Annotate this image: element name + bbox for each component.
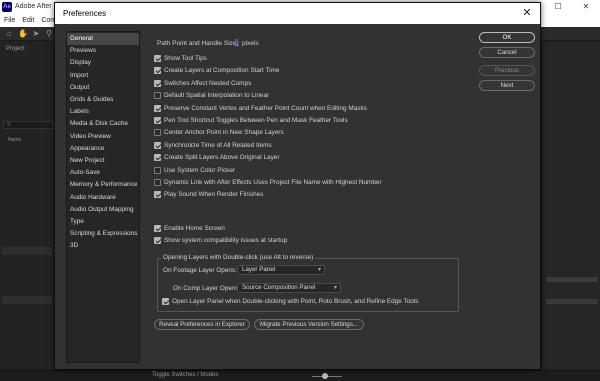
footage-layer-select[interactable]: Layer Panel ▾ xyxy=(237,265,325,275)
close-icon[interactable]: ✕ xyxy=(514,3,540,24)
dialog-titlebar: Preferences ✕ xyxy=(55,3,540,24)
sidebar-item-memory-performance[interactable]: Memory & Performance xyxy=(67,179,139,191)
sidebar-item-display[interactable]: Display xyxy=(67,57,139,69)
sidebar-item-type[interactable]: Type xyxy=(67,216,139,228)
panel-strip xyxy=(546,277,598,282)
sidebar-item-previews[interactable]: Previews xyxy=(67,45,139,57)
sidebar-item-audio-output-mapping[interactable]: Audio Output Mapping xyxy=(67,204,139,216)
maximize-icon[interactable]: ☐ xyxy=(544,0,572,14)
checkbox-label: Default Spatial Interpolation to Linear xyxy=(164,92,270,100)
sidebar-item-media-disk-cache[interactable]: Media & Disk Cache xyxy=(67,118,139,130)
comp-layer-select[interactable]: Source Composition Panel ▾ xyxy=(237,283,341,293)
sidebar-item-appearance[interactable]: Appearance xyxy=(67,143,139,155)
previous-button[interactable]: Previous xyxy=(479,65,535,76)
checkbox[interactable] xyxy=(154,154,161,162)
panel-strip xyxy=(2,247,52,255)
menu-edit[interactable]: Edit xyxy=(22,14,34,27)
checkbox-label: Dynamic Link with After Effects Uses Pro… xyxy=(164,179,382,186)
sidebar-item-scripting-expressions[interactable]: Scripting & Expressions xyxy=(67,228,139,240)
checkbox-label: Show Tool Tips xyxy=(164,55,207,62)
sidebar-item-grids-guides[interactable]: Grids & Guides xyxy=(67,94,139,106)
app-title: Adobe After E xyxy=(15,3,59,10)
reveal-preferences-button[interactable]: Reveal Preferences in Explorer xyxy=(154,319,250,330)
panel-strip xyxy=(2,296,52,304)
group-title: Opening Layers with Double-click (use Al… xyxy=(161,254,316,261)
comp-layer-label: On Comp Layer Opens: xyxy=(173,285,241,292)
next-button[interactable]: Next xyxy=(479,80,535,91)
checkbox[interactable] xyxy=(154,67,161,75)
ok-button[interactable]: OK xyxy=(479,32,535,43)
chevron-down-icon: ▾ xyxy=(333,285,337,291)
checkbox-label: Preserve Constant Vertex and Feather Poi… xyxy=(164,104,367,112)
dialog-title: Preferences xyxy=(63,9,107,18)
menu-file[interactable]: File xyxy=(4,14,15,27)
checkbox[interactable] xyxy=(154,55,161,62)
sidebar-item-audio-hardware[interactable]: Audio Hardware xyxy=(67,192,139,204)
checkbox[interactable] xyxy=(154,166,161,174)
checkbox-label: Play Sound When Render Finishes xyxy=(164,191,264,199)
sidebar-item-3d[interactable]: 3D xyxy=(67,240,139,252)
handle-size-value[interactable]: 5 xyxy=(235,39,239,46)
checkbox[interactable] xyxy=(154,79,161,87)
checkbox[interactable] xyxy=(154,129,161,137)
checkbox-label: Create Layers at Composition Start Time xyxy=(164,67,280,75)
panel-strip xyxy=(546,299,598,304)
preferences-sidebar: General Previews Display Import Output Grids … xyxy=(66,31,140,363)
sidebar-item-new-project[interactable]: New Project xyxy=(67,155,139,167)
checkbox-label: Use System Color Picker xyxy=(164,166,236,174)
app-status-bar: Toggle Switches / Modes xyxy=(0,370,600,381)
sidebar-item-general[interactable]: General xyxy=(67,33,139,45)
sidebar-item-auto-save[interactable]: Auto-Save xyxy=(67,167,139,179)
checkbox[interactable] xyxy=(154,141,161,149)
checkbox-label: Open Layer Panel when Double-clicking wi… xyxy=(172,298,419,305)
checkbox-label: Center Anchor Point in New Shape Layers xyxy=(164,129,284,137)
zoom-tool-icon[interactable]: ⚲ xyxy=(44,29,54,39)
checkbox[interactable] xyxy=(154,237,161,244)
checkbox[interactable] xyxy=(154,92,161,100)
project-panel: Project ⚲ Name xyxy=(0,41,55,371)
checkbox[interactable] xyxy=(154,179,161,186)
project-tab[interactable]: Project xyxy=(6,46,25,52)
checkbox-label: Show system compatibility issues at star… xyxy=(164,237,288,244)
toggle-switches-modes[interactable]: Toggle Switches / Modes xyxy=(152,372,218,378)
selection-tool-icon[interactable]: ➤ xyxy=(31,29,41,39)
footage-layer-label: On Footage Layer Opens: xyxy=(163,267,237,274)
close-icon[interactable]: ✕ xyxy=(572,0,600,14)
sidebar-item-import[interactable]: Import xyxy=(67,70,139,82)
checkbox-label: Synchronize Time of All Related Items xyxy=(164,141,272,149)
sidebar-item-video-preview[interactable]: Video Preview xyxy=(67,131,139,143)
checkbox[interactable] xyxy=(154,191,161,199)
home-icon[interactable]: ⌂ xyxy=(4,29,14,39)
chevron-down-icon: ▾ xyxy=(317,267,321,273)
checkbox[interactable] xyxy=(154,117,161,124)
cancel-button[interactable]: Cancel xyxy=(479,47,535,58)
name-column-header[interactable]: Name xyxy=(8,137,21,143)
hand-tool-icon[interactable]: ✋ xyxy=(18,29,28,39)
handle-size-unit: pixels xyxy=(242,40,259,47)
handle-size-label: Path Point and Handle Size: xyxy=(157,40,239,47)
checkbox-label: Create Split Layers Above Original Layer xyxy=(164,154,280,162)
checkbox-label: Switches Affect Nested Comps xyxy=(164,79,252,87)
checkbox[interactable] xyxy=(154,225,161,232)
preferences-dialog: Preferences ✕ General Previews Display Impo… xyxy=(54,2,541,370)
right-panel xyxy=(541,41,600,371)
sidebar-item-labels[interactable]: Labels xyxy=(67,106,139,118)
checkbox[interactable] xyxy=(162,298,169,305)
project-search-input[interactable]: ⚲ xyxy=(3,121,53,129)
migrate-settings-button[interactable]: Migrate Previous Version Settings... xyxy=(254,319,364,330)
checkbox-label: Enable Home Screen xyxy=(164,225,225,232)
after-effects-logo-icon: Ae xyxy=(2,2,12,12)
checkbox[interactable] xyxy=(154,104,161,112)
zoom-slider-knob[interactable] xyxy=(322,373,328,379)
sidebar-item-output[interactable]: Output xyxy=(67,82,139,94)
checkbox-label: Pen Tool Shortcut Toggles Between Pen an… xyxy=(164,117,348,124)
